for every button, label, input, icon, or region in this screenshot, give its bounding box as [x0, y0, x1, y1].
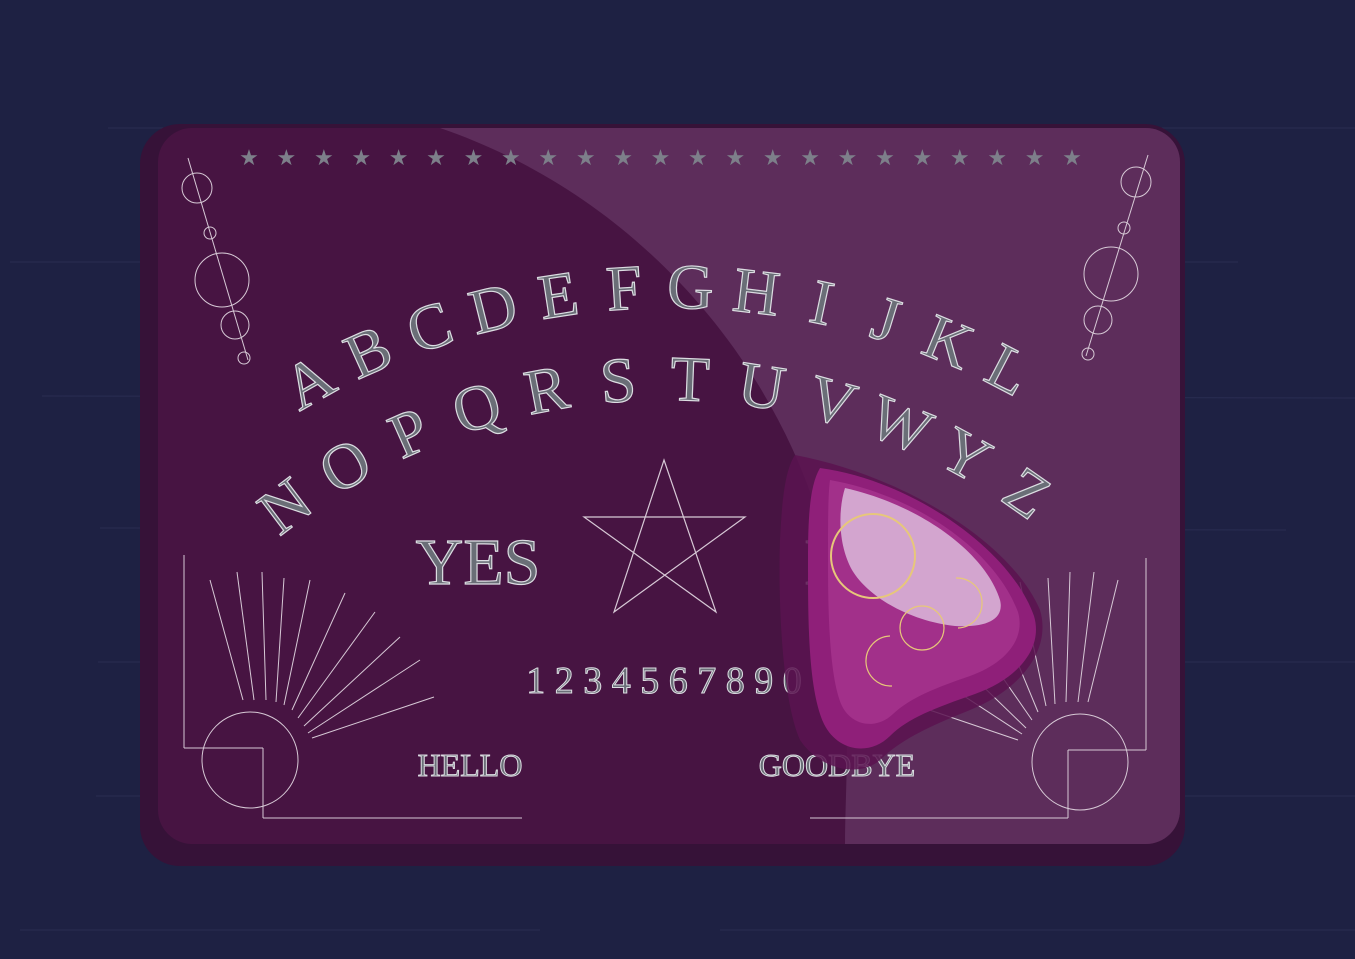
star-14: ★ — [725, 146, 745, 171]
star-17: ★ — [838, 146, 858, 171]
star-9: ★ — [538, 146, 558, 171]
star-10: ★ — [576, 146, 596, 171]
star-3: ★ — [314, 146, 334, 171]
star-21: ★ — [987, 146, 1007, 171]
star-7: ★ — [464, 146, 484, 171]
star-6: ★ — [426, 146, 446, 171]
star-16: ★ — [800, 146, 820, 171]
yes-label[interactable]: YES — [415, 525, 541, 599]
star-19: ★ — [912, 146, 932, 171]
star-18: ★ — [875, 146, 895, 171]
star-4: ★ — [351, 146, 371, 171]
letter-g[interactable]: G — [666, 250, 715, 323]
letter-t[interactable]: T — [669, 342, 712, 416]
star-11: ★ — [613, 146, 633, 171]
ouija-scene: ★ ★ ★ ★ ★ ★ ★ ★ ★ ★ ★ ★ ★ ★ ★ ★ ★ ★ ★ ★ ★ ★ ★ ABCDEFGHIJKL NOP… — [0, 0, 1355, 959]
star-5: ★ — [389, 146, 409, 171]
numbers-row[interactable]: 1 2 3 4 5 6 7 8 9 0 — [526, 660, 803, 703]
star-23: ★ — [1062, 146, 1082, 171]
letter-f[interactable]: F — [603, 251, 644, 325]
star-1: ★ — [239, 146, 259, 171]
letter-h[interactable]: H — [729, 253, 785, 330]
star-8: ★ — [501, 146, 521, 171]
letter-s[interactable]: S — [597, 343, 639, 418]
stars-row: ★ ★ ★ ★ ★ ★ ★ ★ ★ ★ ★ ★ ★ ★ ★ ★ ★ ★ ★ ★ ★ ★ ★ — [239, 146, 1082, 171]
star-12: ★ — [651, 146, 671, 171]
star-13: ★ — [688, 146, 708, 171]
star-20: ★ — [950, 146, 970, 171]
star-15: ★ — [763, 146, 783, 171]
ouija-board: ★ ★ ★ ★ ★ ★ ★ ★ ★ ★ ★ ★ ★ ★ ★ ★ ★ ★ ★ ★ ★ ★ ★ ABC D E F G H I J KL NOP… — [10, 124, 1355, 931]
star-22: ★ — [1025, 146, 1045, 171]
hello-label[interactable]: HELLO — [417, 747, 523, 784]
star-2: ★ — [277, 146, 297, 171]
